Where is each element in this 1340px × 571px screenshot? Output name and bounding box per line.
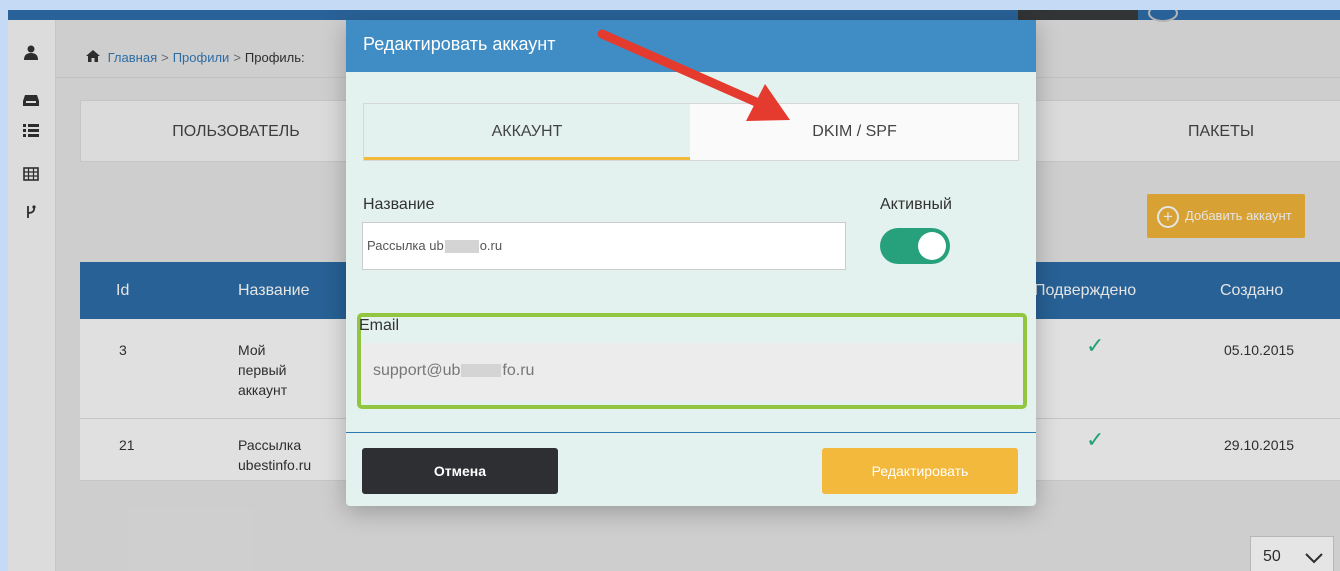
email-value-start: support@ub (373, 362, 461, 379)
name-value-start: Рассылка ub (367, 238, 444, 253)
modal-title: Редактировать аккаунт (346, 20, 1036, 72)
tab-dkim-spf[interactable]: DKIM / SPF (691, 104, 1018, 160)
cancel-button[interactable]: Отмена (362, 448, 558, 494)
name-field[interactable]: Рассылка ub o.ru (362, 222, 846, 270)
modal-footer-divider (346, 432, 1036, 433)
app-window: Главная > Профили > Профиль: ПОЛЬЗОВАТЕЛЬ ПА… (8, 10, 1340, 571)
name-value-end: o.ru (479, 238, 503, 253)
tab-account[interactable]: АККАУНТ (364, 104, 690, 160)
email-highlight-box: Email support@ub fo.ru (357, 313, 1027, 409)
email-field[interactable]: support@ub fo.ru (361, 343, 1023, 401)
toggle-knob (918, 232, 946, 260)
redacted-block (461, 364, 502, 378)
edit-account-modal: Редактировать аккаунт АККАУНТ DKIM / SPF… (346, 20, 1036, 506)
email-value-end: fo.ru (502, 362, 535, 379)
edit-submit-button[interactable]: Редактировать (822, 448, 1018, 494)
active-label: Активный (880, 196, 952, 213)
redacted-block (444, 240, 479, 254)
modal-tabs: АККАУНТ DKIM / SPF (363, 103, 1019, 161)
name-label: Название (363, 196, 435, 213)
email-label: Email (359, 317, 400, 334)
active-toggle[interactable] (880, 228, 950, 264)
